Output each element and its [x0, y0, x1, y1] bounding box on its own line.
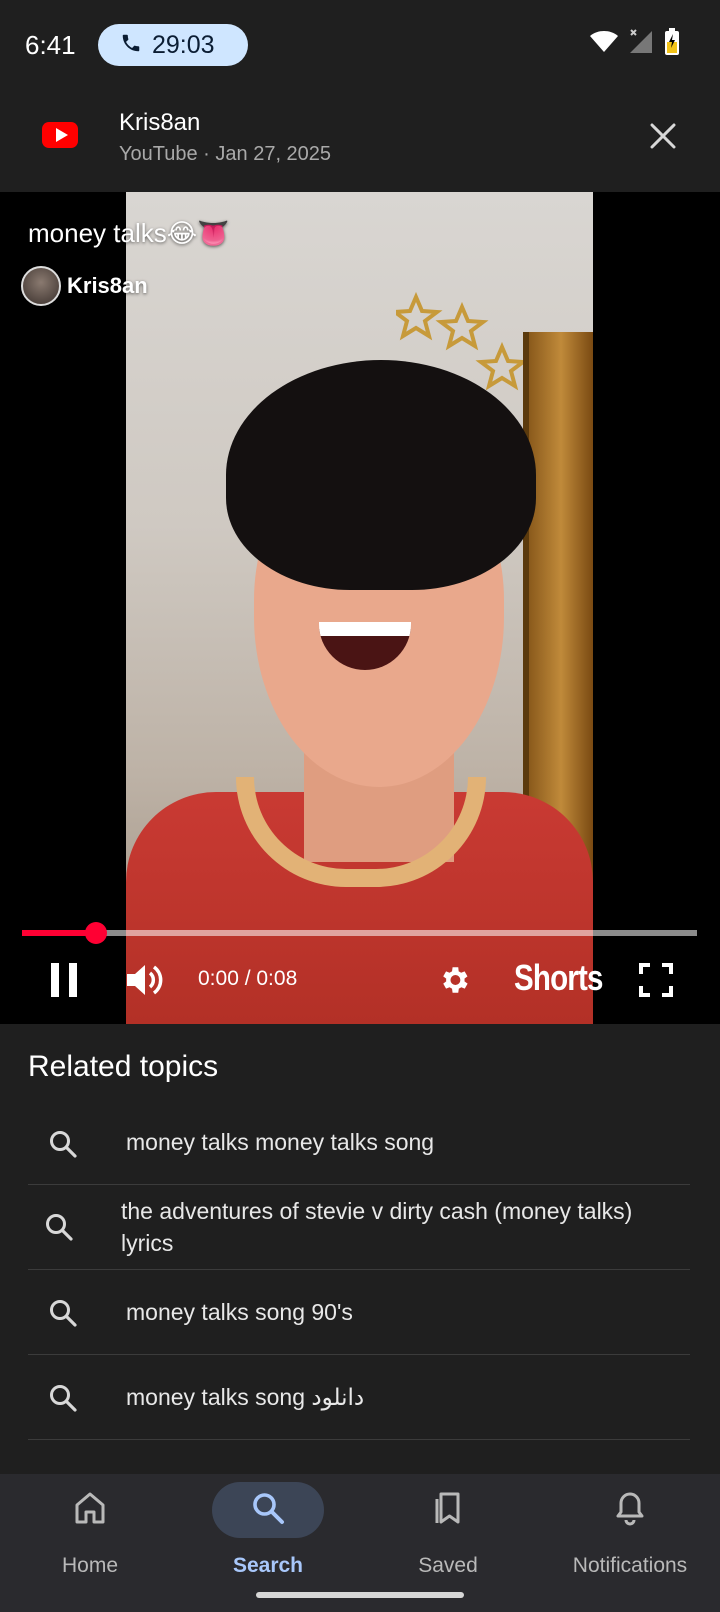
- channel-name[interactable]: Kris8an: [67, 273, 148, 299]
- channel-avatar[interactable]: [21, 266, 61, 306]
- system-status-icons: [590, 28, 680, 61]
- nav-label: Saved: [418, 1554, 478, 1577]
- related-topic-text: money talks song 90's: [126, 1299, 353, 1325]
- search-icon: [251, 1491, 285, 1530]
- status-time: 6:41: [25, 30, 76, 60]
- video-frame: [126, 192, 593, 1024]
- nav-pill: [34, 1482, 146, 1538]
- signal-icon: [628, 29, 654, 60]
- nav-label: Search: [232, 1554, 304, 1577]
- related-topic-item[interactable]: money talks song دانلود: [28, 1355, 690, 1440]
- result-header: Kris8an YouTube · Jan 27, 2025: [0, 92, 720, 192]
- search-icon: [44, 1212, 74, 1242]
- settings-icon: [437, 963, 471, 1002]
- player-controls: 0:00 / 0:08 Shorts: [0, 952, 720, 1012]
- related-topics-heading: Related topics: [28, 1050, 219, 1083]
- status-bar: 6:41 29:03: [0, 0, 720, 92]
- time-display: 0:00 / 0:08: [198, 967, 298, 990]
- header-separator: ·: [203, 143, 210, 165]
- phone-icon: [120, 32, 142, 59]
- related-topics-section: Related topics money talks money talks s…: [0, 1024, 720, 1474]
- related-topic-item[interactable]: money talks money talks song: [28, 1099, 690, 1185]
- header-title: Kris8an: [119, 109, 201, 136]
- nav-label: Home: [61, 1554, 119, 1577]
- nav-pill: [574, 1482, 686, 1538]
- person-hair: [226, 360, 536, 590]
- fullscreen-icon: [639, 962, 673, 1002]
- call-timer: 29:03: [152, 30, 215, 59]
- wifi-icon: [590, 30, 618, 59]
- nav-label: Notifications: [572, 1554, 688, 1577]
- mute-button[interactable]: [124, 962, 166, 1002]
- settings-button[interactable]: [436, 964, 472, 1000]
- related-topic-text: money talks song دانلود: [126, 1384, 365, 1410]
- battery-icon: [664, 28, 680, 61]
- related-topic-item[interactable]: the adventures of stevie v dirty cash (m…: [28, 1185, 690, 1270]
- search-icon: [48, 1383, 78, 1413]
- related-topic-item[interactable]: money talks song 90's: [28, 1270, 690, 1355]
- channel-row[interactable]: Kris8an: [21, 266, 148, 306]
- header-date: Jan 27, 2025: [215, 143, 332, 165]
- ongoing-call-chip[interactable]: 29:03: [98, 24, 248, 66]
- youtube-logo-icon: [42, 122, 78, 148]
- pause-icon: [49, 962, 79, 1003]
- volume-icon: [125, 961, 165, 1004]
- close-button[interactable]: [645, 120, 681, 156]
- related-topic-text: the adventures of stevie v dirty cash (m…: [121, 1198, 633, 1256]
- search-icon: [48, 1298, 78, 1328]
- video-player[interactable]: money talks😂👅 Kris8an 0:00 / 0:08 Shorts: [0, 192, 720, 1024]
- saved-icon: [432, 1490, 464, 1531]
- nav-item-home[interactable]: Home: [0, 1474, 180, 1612]
- progress-bar[interactable]: [22, 922, 697, 944]
- home-icon: [74, 1491, 106, 1530]
- video-title: money talks😂👅: [28, 218, 230, 248]
- nav-pill: [392, 1482, 504, 1538]
- nav-pill-active: [212, 1482, 324, 1538]
- gesture-navigation-bar[interactable]: [256, 1592, 464, 1598]
- nav-item-notifications[interactable]: Notifications: [540, 1474, 720, 1612]
- related-topic-text: money talks money talks song: [126, 1129, 435, 1155]
- progress-scrubber[interactable]: [85, 922, 108, 944]
- bell-icon: [614, 1490, 646, 1531]
- pause-button[interactable]: [44, 962, 84, 1002]
- shorts-button[interactable]: Shorts: [514, 957, 603, 999]
- header-source: YouTube: [119, 143, 198, 165]
- close-icon: [649, 122, 677, 155]
- header-subtitle: YouTube · Jan 27, 2025: [119, 143, 331, 166]
- fullscreen-button[interactable]: [636, 962, 676, 1002]
- search-icon: [48, 1129, 78, 1159]
